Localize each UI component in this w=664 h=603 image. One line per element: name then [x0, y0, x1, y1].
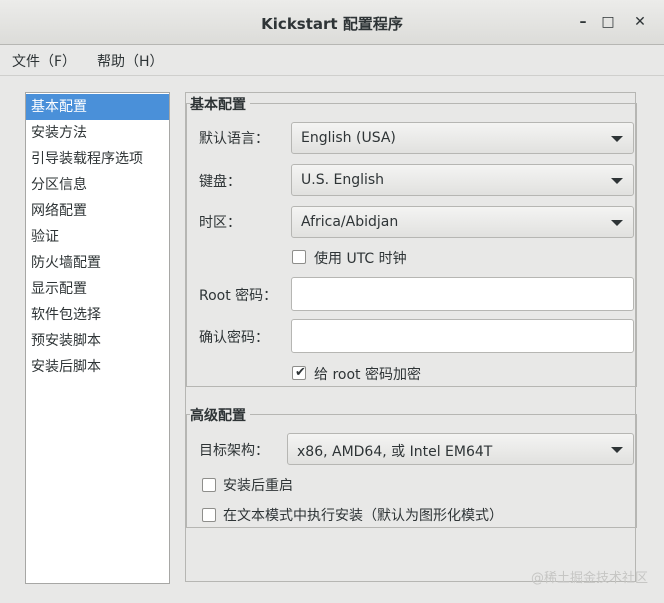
- sidebar-item-basic[interactable]: 基本配置: [26, 94, 169, 120]
- minimize-icon[interactable]: –: [573, 12, 593, 32]
- sidebar-item-display[interactable]: 显示配置: [26, 276, 169, 302]
- language-label: 默认语言：: [199, 131, 269, 147]
- utc-checkbox[interactable]: [292, 250, 306, 264]
- checkmark-icon: ✔: [295, 365, 306, 380]
- encrypt-label: 给 root 密码加密: [314, 367, 421, 383]
- reboot-label: 安装后重启: [223, 478, 293, 494]
- root-password-input[interactable]: [291, 277, 634, 311]
- basic-config-title: 基本配置: [190, 94, 250, 114]
- language-value: English (USA): [301, 130, 396, 146]
- sidebar-item-post-script[interactable]: 安装后脚本: [26, 354, 169, 380]
- timezone-select[interactable]: Africa/Abidjan: [291, 206, 634, 238]
- keyboard-value: U.S. English: [301, 172, 385, 188]
- keyboard-select[interactable]: U.S. English: [291, 164, 634, 196]
- advanced-config-title: 高级配置: [190, 405, 250, 425]
- chevron-down-icon: [611, 136, 623, 142]
- arch-select[interactable]: x86, AMD64, 或 Intel EM64T: [287, 433, 634, 465]
- sidebar-item-partition[interactable]: 分区信息: [26, 172, 169, 198]
- watermark: @稀土掘金技术社区: [530, 571, 648, 586]
- chevron-down-icon: [611, 178, 623, 184]
- sidebar-item-pre-script[interactable]: 预安装脚本: [26, 328, 169, 354]
- root-password-label: Root 密码：: [199, 288, 278, 304]
- timezone-value: Africa/Abidjan: [301, 214, 399, 230]
- language-select[interactable]: English (USA): [291, 122, 634, 154]
- maximize-icon[interactable]: □: [598, 12, 618, 32]
- title-bar[interactable]: Kickstart 配置程序 – □ ✕: [0, 0, 664, 45]
- chevron-down-icon: [611, 220, 623, 226]
- utc-label: 使用 UTC 时钟: [314, 251, 407, 267]
- chevron-down-icon: [611, 447, 623, 453]
- kickstart-window: Kickstart 配置程序 – □ ✕ 文件（F） 帮助（H） 基本配置 安装…: [0, 0, 664, 603]
- sidebar-item-firewall[interactable]: 防火墙配置: [26, 250, 169, 276]
- keyboard-label: 键盘：: [199, 174, 241, 190]
- reboot-checkbox[interactable]: [202, 478, 216, 492]
- menu-bar: 文件（F） 帮助（H）: [0, 45, 664, 76]
- arch-label: 目标架构：: [199, 443, 269, 459]
- menu-file[interactable]: 文件（F）: [12, 51, 76, 71]
- sidebar-item-bootloader[interactable]: 引导装载程序选项: [26, 146, 169, 172]
- timezone-label: 时区：: [199, 215, 241, 231]
- encrypt-checkbox[interactable]: ✔: [292, 365, 306, 380]
- textmode-label: 在文本模式中执行安装（默认为图形化模式）: [223, 508, 503, 524]
- sidebar-item-packages[interactable]: 软件包选择: [26, 302, 169, 328]
- category-list: 基本配置 安装方法 引导装载程序选项 分区信息 网络配置 验证 防火墙配置 显示…: [25, 92, 170, 584]
- menu-help[interactable]: 帮助（H）: [97, 51, 164, 71]
- confirm-password-label: 确认密码：: [199, 330, 269, 346]
- sidebar-item-install-method[interactable]: 安装方法: [26, 120, 169, 146]
- confirm-password-input[interactable]: [291, 319, 634, 353]
- close-icon[interactable]: ✕: [630, 12, 650, 32]
- arch-value: x86, AMD64, 或 Intel EM64T: [297, 444, 493, 460]
- window-title: Kickstart 配置程序: [261, 15, 403, 33]
- sidebar-item-auth[interactable]: 验证: [26, 224, 169, 250]
- sidebar-item-network[interactable]: 网络配置: [26, 198, 169, 224]
- textmode-checkbox[interactable]: [202, 508, 216, 522]
